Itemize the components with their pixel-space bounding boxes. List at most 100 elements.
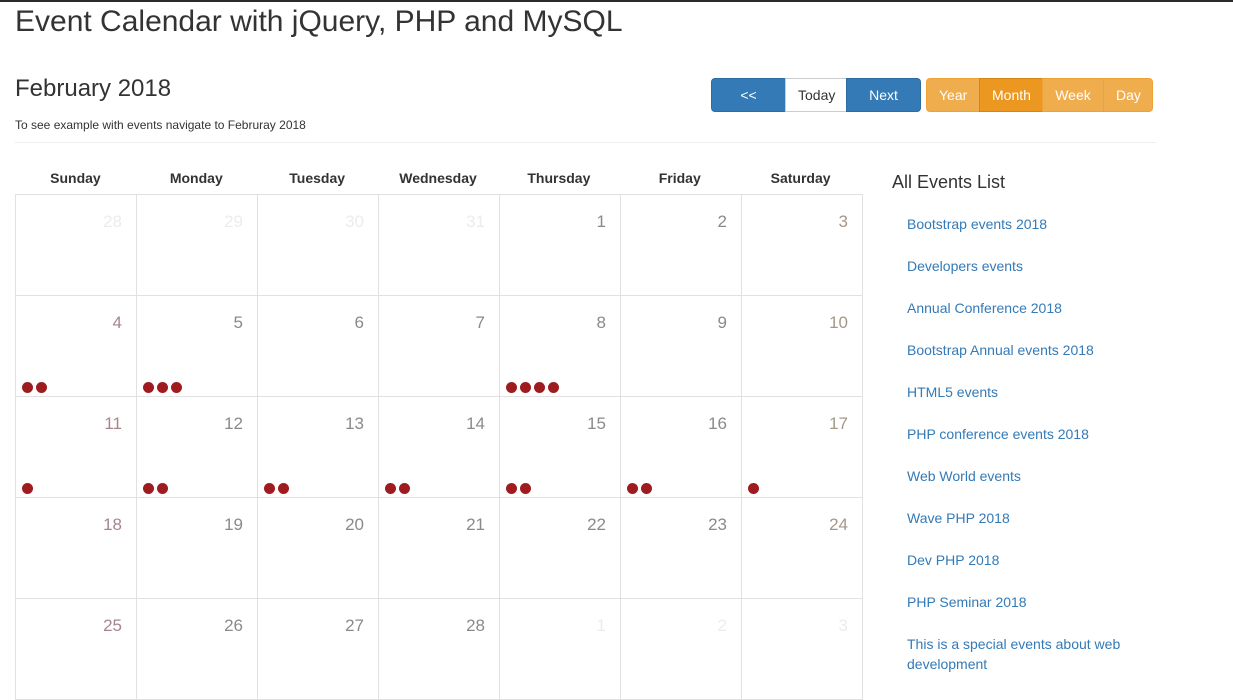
day-cell[interactable]: 14 <box>379 397 500 498</box>
event-link[interactable]: Dev PHP 2018 <box>907 552 999 568</box>
event-dot-icon[interactable] <box>534 382 545 393</box>
day-cell[interactable]: 26 <box>137 599 258 700</box>
event-dot-icon[interactable] <box>36 382 47 393</box>
event-dot-icon[interactable] <box>143 483 154 494</box>
event-link[interactable]: This is a special events about web devel… <box>907 636 1120 672</box>
event-dots <box>506 483 531 494</box>
next-button[interactable]: Next >> <box>846 78 921 135</box>
event-dots <box>264 483 289 494</box>
day-number: 9 <box>717 313 727 332</box>
event-link[interactable]: PHP Seminar 2018 <box>907 594 1027 610</box>
day-cell[interactable]: 3 <box>742 195 863 296</box>
day-cell[interactable]: 29 <box>137 195 258 296</box>
event-dot-icon[interactable] <box>171 382 182 393</box>
event-link[interactable]: Annual Conference 2018 <box>907 300 1062 316</box>
event-dot-icon[interactable] <box>399 483 410 494</box>
day-view-button[interactable]: Day <box>1103 78 1153 112</box>
day-number: 7 <box>475 313 485 332</box>
hint-text: To see example with events navigate to F… <box>15 118 306 132</box>
day-cell[interactable]: 4 <box>16 296 137 397</box>
day-cell[interactable]: 7 <box>379 296 500 397</box>
day-cell[interactable]: 2 <box>621 195 742 296</box>
day-number: 25 <box>103 616 122 635</box>
event-dot-icon[interactable] <box>748 483 759 494</box>
weekday-header: Tuesday <box>289 170 346 186</box>
day-cell[interactable]: 17 <box>742 397 863 498</box>
event-link[interactable]: Bootstrap events 2018 <box>907 216 1047 232</box>
day-cell[interactable]: 1 <box>500 599 621 700</box>
day-cell[interactable]: 1 <box>500 195 621 296</box>
year-view-button[interactable]: Year <box>926 78 980 112</box>
month-view-button[interactable]: Month <box>979 78 1043 112</box>
event-dot-icon[interactable] <box>506 382 517 393</box>
event-dot-icon[interactable] <box>278 483 289 494</box>
event-dots <box>748 483 759 494</box>
day-cell[interactable]: 24 <box>742 498 863 599</box>
day-cell[interactable]: 23 <box>621 498 742 599</box>
navigation-button-group: << Prev Today Next >> <box>711 78 921 135</box>
event-dot-icon[interactable] <box>641 483 652 494</box>
day-cell[interactable]: 2 <box>621 599 742 700</box>
week-row: 25 26 27 28 1 2 3 <box>16 599 863 700</box>
event-dot-icon[interactable] <box>264 483 275 494</box>
day-cell[interactable]: 9 <box>621 296 742 397</box>
event-dot-icon[interactable] <box>385 483 396 494</box>
day-cell[interactable]: 27 <box>258 599 379 700</box>
event-list-item: This is a special events about web devel… <box>907 634 1147 674</box>
event-dot-icon[interactable] <box>627 483 638 494</box>
day-cell[interactable]: 5 <box>137 296 258 397</box>
event-link[interactable]: PHP conference events 2018 <box>907 426 1089 442</box>
week-row: 4 5 6 7 8 9 10 <box>16 296 863 397</box>
event-dot-icon[interactable] <box>520 483 531 494</box>
day-cell[interactable]: 18 <box>16 498 137 599</box>
event-list-item: Bootstrap events 2018 <box>907 214 1147 234</box>
week-row: 28 29 30 31 1 2 3 <box>16 195 863 296</box>
event-link[interactable]: Bootstrap Annual events 2018 <box>907 342 1094 358</box>
event-link[interactable]: Wave PHP 2018 <box>907 510 1010 526</box>
event-dots <box>143 483 168 494</box>
day-number: 15 <box>587 414 606 433</box>
day-cell[interactable]: 11 <box>16 397 137 498</box>
day-cell[interactable]: 21 <box>379 498 500 599</box>
event-dot-icon[interactable] <box>506 483 517 494</box>
day-cell[interactable]: 8 <box>500 296 621 397</box>
event-dot-icon[interactable] <box>520 382 531 393</box>
day-cell[interactable]: 20 <box>258 498 379 599</box>
day-number: 30 <box>345 212 364 231</box>
day-number: 17 <box>829 414 848 433</box>
event-dot-icon[interactable] <box>157 483 168 494</box>
week-view-button[interactable]: Week <box>1042 78 1104 112</box>
day-cell[interactable]: 13 <box>258 397 379 498</box>
day-cell[interactable]: 30 <box>258 195 379 296</box>
day-cell[interactable]: 12 <box>137 397 258 498</box>
week-row: 11 12 13 14 15 16 17 <box>16 397 863 498</box>
events-list: Bootstrap events 2018 Developers events An… <box>907 214 1147 696</box>
day-number: 20 <box>345 515 364 534</box>
event-link[interactable]: Web World events <box>907 468 1021 484</box>
day-number: 5 <box>233 313 243 332</box>
event-dot-icon[interactable] <box>157 382 168 393</box>
event-link[interactable]: HTML5 events <box>907 384 998 400</box>
day-cell[interactable]: 3 <box>742 599 863 700</box>
day-cell[interactable]: 10 <box>742 296 863 397</box>
day-cell[interactable]: 28 <box>379 599 500 700</box>
day-cell[interactable]: 31 <box>379 195 500 296</box>
weekday-header: Monday <box>169 170 223 186</box>
event-dot-icon[interactable] <box>22 483 33 494</box>
prev-button[interactable]: << Prev <box>711 78 786 135</box>
event-dots <box>385 483 410 494</box>
day-cell[interactable]: 25 <box>16 599 137 700</box>
event-dot-icon[interactable] <box>548 382 559 393</box>
day-cell[interactable]: 22 <box>500 498 621 599</box>
event-dot-icon[interactable] <box>143 382 154 393</box>
day-cell[interactable]: 28 <box>16 195 137 296</box>
day-cell[interactable]: 15 <box>500 397 621 498</box>
day-number: 16 <box>708 414 727 433</box>
month-title: February 2018 <box>15 75 172 102</box>
day-cell[interactable]: 6 <box>258 296 379 397</box>
day-cell[interactable]: 16 <box>621 397 742 498</box>
event-dot-icon[interactable] <box>22 382 33 393</box>
event-link[interactable]: Developers events <box>907 258 1023 274</box>
today-button[interactable]: Today <box>785 78 847 112</box>
day-cell[interactable]: 19 <box>137 498 258 599</box>
